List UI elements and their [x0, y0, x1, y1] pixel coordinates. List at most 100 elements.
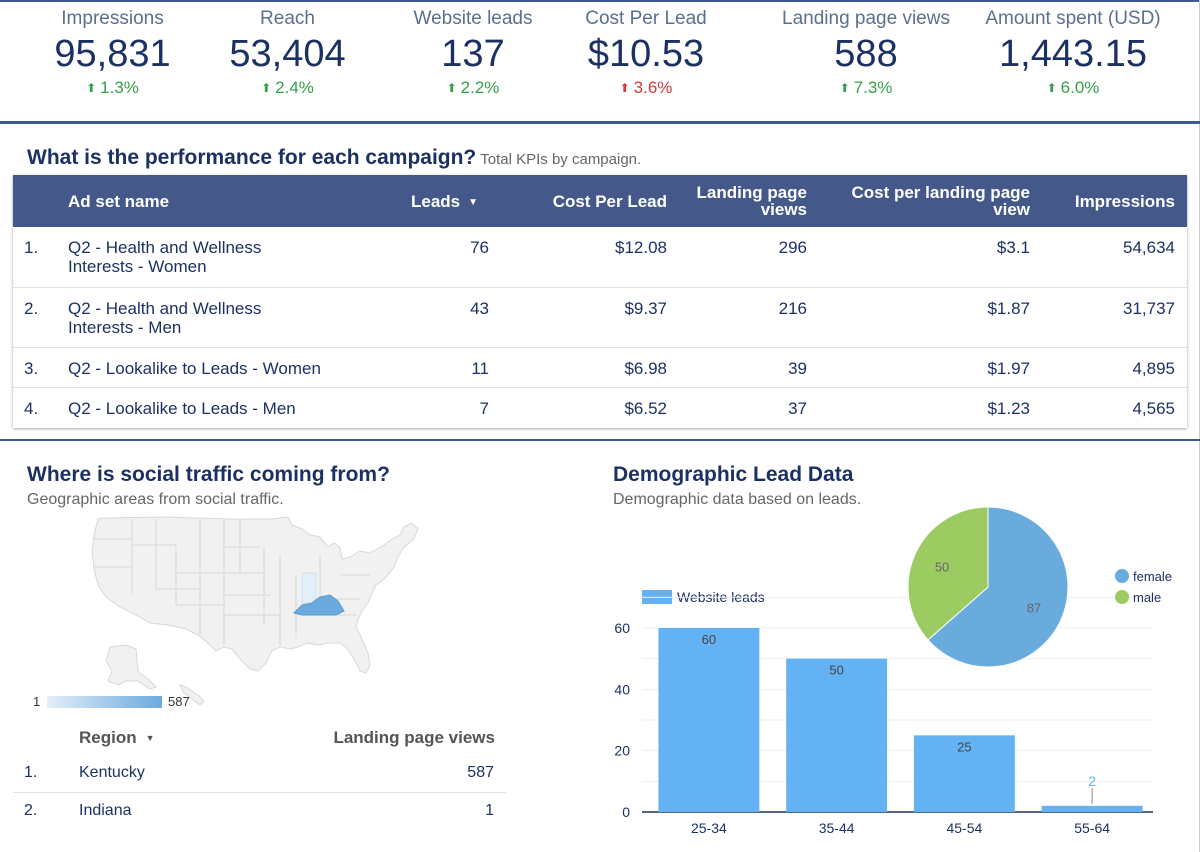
us-geo-map[interactable] [40, 515, 440, 715]
bar-data-label: 60 [702, 632, 716, 647]
bar-25-34[interactable] [658, 628, 760, 812]
row-ad-set-name: Q2 - Health and Wellness Interests - Wome… [68, 238, 261, 276]
arrow-up-icon: ⬆ [839, 81, 850, 95]
caret-down-icon: ▼ [468, 197, 479, 208]
bar-data-label: 50 [829, 663, 843, 678]
col-cplpv-line2: view [993, 200, 1030, 219]
kpi-delta-value: 3.6% [633, 78, 673, 97]
arrow-up-icon: ⬆ [619, 81, 630, 95]
arrow-up-icon: ⬆ [261, 81, 272, 95]
row-impressions: 4,565 [1132, 399, 1175, 418]
row-lpv: 296 [778, 238, 807, 257]
col-region-label: Region [79, 728, 137, 747]
row-impressions: 31,737 [1123, 299, 1175, 318]
legend-dot-male [1115, 590, 1129, 604]
table-row[interactable]: 1. Q2 - Health and Wellness Interests - W… [13, 227, 1187, 287]
campaign-table-header: Ad set name Leads ▼ Cost Per Lead Landing… [13, 175, 1187, 227]
row-ad-set-name: Q2 - Health and Wellness Interests - Men [68, 299, 261, 337]
name-line2: Interests - Men [68, 318, 182, 337]
kpi-label: Cost Per Lead [585, 8, 707, 29]
arrow-up-icon: ⬆ [1046, 81, 1057, 95]
kpi-row: Impressions 95,831 ⬆ 1.3% Reach 53,404 ⬆ 2… [0, 0, 1200, 122]
row-impressions: 54,634 [1123, 238, 1175, 257]
col-leads[interactable]: Leads ▼ [411, 193, 478, 211]
col-impressions[interactable]: Impressions [1075, 193, 1175, 210]
row-index: 2. [24, 299, 39, 318]
campaign-section-title: What is the performance for each campaig… [27, 146, 641, 170]
y-tick-label: 20 [614, 743, 630, 759]
row-leads: 11 [471, 359, 489, 378]
row-index: 3. [24, 359, 39, 378]
table-row[interactable]: 1. Kentucky 587 [13, 754, 506, 792]
row-ad-set-name: Q2 - Lookalike to Leads - Men [68, 399, 296, 418]
table-row[interactable]: 4. Q2 - Lookalike to Leads - Men 7 $6.52… [13, 387, 1187, 428]
row-views: 587 [467, 764, 494, 781]
kpi-delta: ⬆ 1.3% [40, 78, 185, 98]
name-line1: Q2 - Health and Wellness [68, 299, 262, 318]
kpi-amount-spent: Amount spent (USD) 1,443.15 ⬆ 6.0% [975, 8, 1171, 98]
row-region: Indiana [79, 802, 132, 819]
kpi-delta-value: 1.3% [100, 78, 139, 97]
table-row[interactable]: 2. Q2 - Health and Wellness Interests - M… [13, 287, 1187, 347]
kpi-value: 1,443.15 [999, 33, 1147, 75]
row-index: 1. [24, 764, 38, 781]
row-cplpv: $1.87 [987, 299, 1030, 318]
kpi-delta-value: 2.4% [275, 78, 314, 97]
campaign-subtitle: Total KPIs by campaign. [480, 151, 642, 168]
name-line2: Interests - Women [68, 257, 207, 276]
legend-dot-female [1115, 569, 1129, 583]
row-cplpv: $3.1 [996, 238, 1030, 257]
legend-label-male: male [1133, 590, 1161, 605]
row-index: 4. [24, 399, 39, 418]
arrow-up-icon: ⬆ [86, 81, 97, 95]
y-tick-label: 0 [622, 804, 630, 820]
x-tick-label: 35-44 [819, 820, 855, 836]
pie-data-label: 87 [1027, 601, 1041, 616]
x-tick-label: 45-54 [946, 820, 982, 836]
col-cplpv-line1: Cost per landing page [851, 183, 1030, 202]
caret-down-icon: ▼ [145, 733, 155, 743]
row-leads: 76 [470, 238, 489, 257]
row-impressions: 4,895 [1132, 359, 1175, 378]
y-tick-label: 60 [614, 620, 630, 636]
row-views: 1 [485, 802, 494, 819]
kpi-landing-page-views: Landing page views 588 ⬆ 7.3% [770, 8, 962, 98]
kpi-delta: ⬆ 6.0% [975, 78, 1171, 98]
table-row[interactable]: 2. Indiana 1 [13, 792, 506, 830]
kpi-value: 53,404 [229, 33, 346, 75]
map-state-indiana[interactable] [301, 572, 317, 604]
col-landing-page-views[interactable]: Landing page views [697, 184, 808, 218]
map-legend-min: 1 [33, 694, 41, 709]
demo-section-title: Demographic Lead Data [613, 463, 854, 486]
geo-section-title: Where is social traffic coming from? [27, 463, 390, 486]
kpi-cost-per-lead: Cost Per Lead $10.53 ⬆ 3.6% [570, 8, 722, 98]
row-cpl: $6.98 [624, 359, 667, 378]
row-cpl: $12.08 [615, 238, 667, 257]
table-row[interactable]: 3. Q2 - Lookalike to Leads - Women 11 $6… [13, 347, 1187, 387]
bar-55-64[interactable] [1041, 805, 1143, 812]
kpi-value: $10.53 [587, 33, 705, 75]
col-cost-per-landing-page-view[interactable]: Cost per landing page view [851, 184, 1030, 218]
bar-35-44[interactable] [786, 658, 888, 812]
col-region[interactable]: Region ▼ [79, 728, 155, 748]
pie-data-label: 50 [935, 559, 949, 574]
x-tick-label: 25-34 [691, 820, 727, 836]
kpi-delta-value: 7.3% [853, 78, 893, 97]
col-landing-page-views[interactable]: Landing page views [333, 728, 495, 748]
kpi-label: Impressions [61, 8, 164, 29]
row-region: Kentucky [79, 764, 145, 781]
kpi-website-leads: Website leads 137 ⬆ 2.2% [398, 8, 548, 98]
row-index: 2. [24, 802, 38, 819]
section-divider [0, 439, 1200, 441]
col-ad-set-name[interactable]: Ad set name [68, 193, 169, 210]
row-cpl: $6.52 [624, 399, 667, 418]
bar-data-label: 25 [957, 739, 971, 754]
col-cost-per-lead[interactable]: Cost Per Lead [553, 193, 667, 210]
kpi-value: 95,831 [54, 33, 171, 75]
row-ad-set-name: Q2 - Lookalike to Leads - Women [68, 359, 321, 378]
geo-section-subtitle: Geographic areas from social traffic. [27, 491, 284, 508]
section-divider [0, 121, 1200, 124]
row-leads: 7 [479, 399, 489, 418]
kpi-impressions: Impressions 95,831 ⬆ 1.3% [40, 8, 185, 98]
demo-section-subtitle: Demographic data based on leads. [613, 491, 862, 508]
